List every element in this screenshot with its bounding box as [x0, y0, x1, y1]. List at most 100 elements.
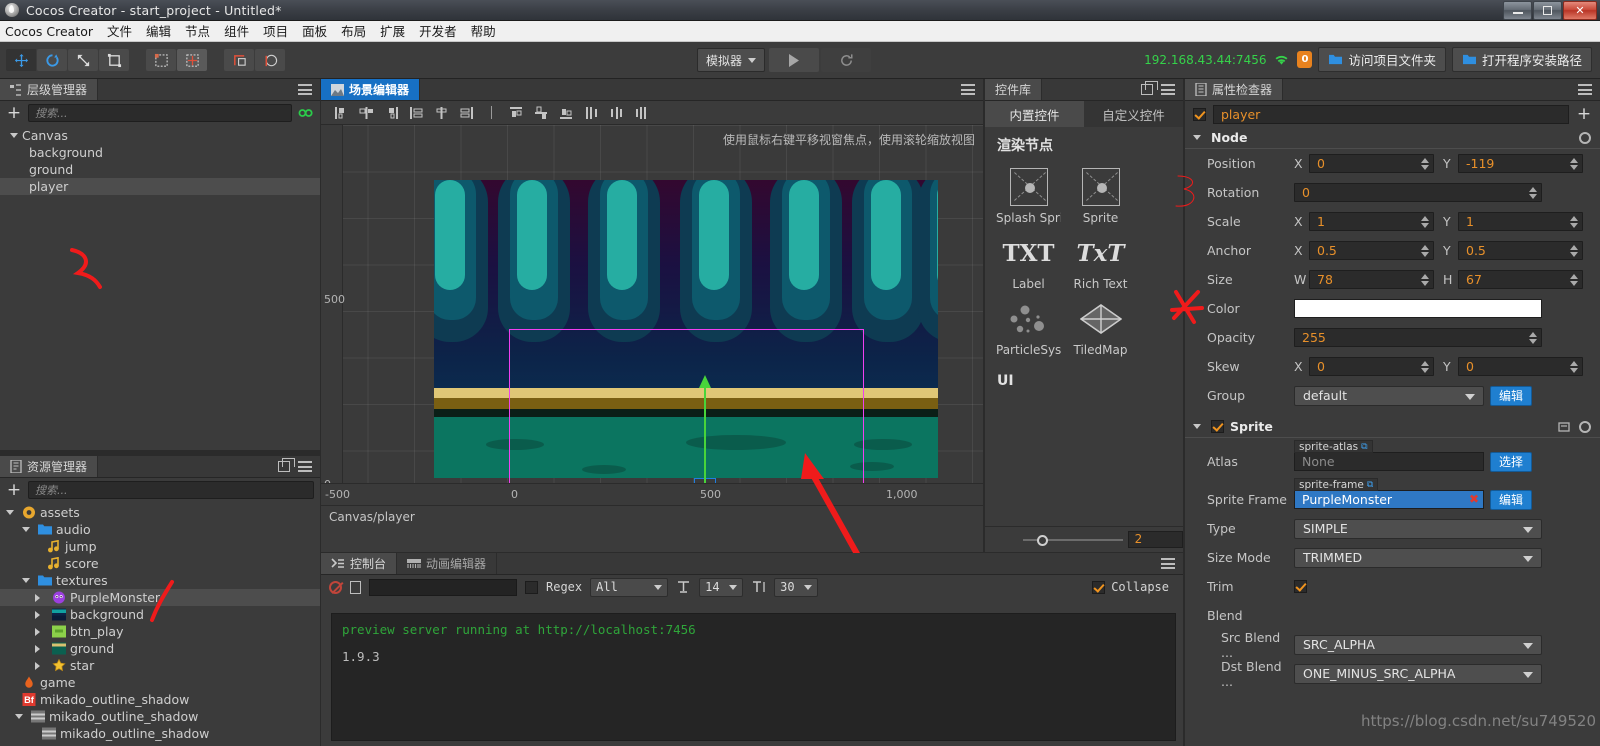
- gear-icon[interactable]: [1579, 131, 1591, 144]
- dist-left-button[interactable]: [404, 103, 428, 123]
- scene-menu-icon[interactable]: [961, 82, 975, 98]
- refresh-button[interactable]: [821, 48, 872, 72]
- tab-scene-editor[interactable]: 场景编辑器: [321, 79, 421, 100]
- tree-node-player[interactable]: player: [0, 178, 320, 195]
- align-left-button[interactable]: [329, 103, 353, 123]
- rotation-input[interactable]: 0: [1294, 183, 1542, 202]
- chevron-down-icon[interactable]: [22, 527, 30, 532]
- align-bottom-button[interactable]: [554, 103, 578, 123]
- open-install-path-button[interactable]: 打开程序安装路径: [1451, 47, 1592, 72]
- stepper-icon[interactable]: [1570, 213, 1581, 230]
- font-size-select[interactable]: 14: [699, 577, 744, 597]
- minimize-button[interactable]: [1503, 0, 1532, 20]
- pivot-tool-button[interactable]: [146, 49, 176, 71]
- global-coord-tool-button[interactable]: [255, 49, 285, 71]
- asset-row-textures[interactable]: textures: [0, 572, 320, 589]
- clear-icon[interactable]: ✖: [1469, 491, 1479, 508]
- asset-row-game[interactable]: game: [0, 674, 320, 691]
- widget-sprite[interactable]: Sprite: [1068, 163, 1133, 225]
- chevron-down-icon[interactable]: [6, 510, 14, 515]
- duplicate-panel-icon[interactable]: [278, 458, 295, 472]
- node-section-header[interactable]: Node: [1185, 127, 1600, 149]
- stepper-icon[interactable]: [1421, 358, 1432, 375]
- asset-row-audio[interactable]: audio: [0, 521, 320, 538]
- atlas-asset-field[interactable]: sprite-atlas ⧉ None: [1294, 440, 1484, 471]
- menu-item-help[interactable]: 帮助: [464, 21, 503, 42]
- anchor-y-input[interactable]: 0.5: [1458, 241, 1583, 260]
- menu-item-project[interactable]: 项目: [256, 21, 295, 42]
- align-center-h-button[interactable]: [354, 103, 378, 123]
- chevron-down-icon[interactable]: [10, 133, 18, 138]
- asset-row-assets[interactable]: assets: [0, 504, 320, 521]
- move-tool-button[interactable]: [6, 49, 36, 71]
- widget-zoom-value[interactable]: 2: [1127, 531, 1183, 548]
- hierarchy-search-input[interactable]: 搜索...: [28, 104, 292, 122]
- assets-menu-icon[interactable]: [298, 459, 312, 475]
- asset-row-star[interactable]: star: [0, 657, 320, 674]
- dist-top-button[interactable]: [579, 103, 603, 123]
- asset-row-btn-play[interactable]: btn_play: [0, 623, 320, 640]
- sprite-frame-edit-button[interactable]: 编辑: [1490, 489, 1533, 510]
- tree-node-ground[interactable]: ground: [0, 161, 320, 178]
- node-name-input[interactable]: player: [1213, 104, 1569, 124]
- align-right-button[interactable]: [379, 103, 403, 123]
- position-y-input[interactable]: -119: [1458, 154, 1583, 173]
- node-enabled-checkbox[interactable]: [1193, 107, 1206, 121]
- stepper-icon[interactable]: [1570, 242, 1581, 259]
- align-top-button[interactable]: [504, 103, 528, 123]
- type-select[interactable]: SIMPLE: [1294, 518, 1542, 539]
- stepper-icon[interactable]: [1421, 242, 1432, 259]
- simulator-select[interactable]: 模拟器: [697, 48, 766, 72]
- sprite-enabled-checkbox[interactable]: [1211, 420, 1224, 433]
- menu-item-layout[interactable]: 布局: [334, 21, 373, 42]
- tree-node-background[interactable]: background: [0, 144, 320, 161]
- dist-right-button[interactable]: [454, 103, 478, 123]
- chevron-right-icon[interactable]: [35, 661, 44, 670]
- dist-middle-button[interactable]: [604, 103, 628, 123]
- color-swatch[interactable]: [1294, 299, 1542, 318]
- chevron-down-icon[interactable]: [15, 714, 23, 719]
- sprite-frame-value-row[interactable]: PurpleMonster ✖: [1294, 490, 1484, 509]
- subtab-builtin-widgets[interactable]: 内置控件: [985, 101, 1084, 127]
- asset-row-ground[interactable]: ground: [0, 640, 320, 657]
- widget-zoom-slider[interactable]: [1023, 533, 1123, 547]
- menu-item-cocos-creator[interactable]: Cocos Creator: [0, 21, 100, 42]
- size-height-input[interactable]: 67: [1458, 270, 1583, 289]
- collapse-checkbox[interactable]: [1092, 580, 1106, 594]
- line-height-select[interactable]: 30: [774, 577, 819, 597]
- menu-item-node[interactable]: 节点: [178, 21, 217, 42]
- dist-center-button[interactable]: [429, 103, 453, 123]
- tab-widget-library[interactable]: 控件库: [985, 79, 1043, 100]
- stepper-icon[interactable]: [1421, 213, 1432, 230]
- chevron-right-icon[interactable]: [35, 610, 44, 619]
- menu-item-edit[interactable]: 编辑: [139, 21, 178, 42]
- gear-icon[interactable]: [1579, 420, 1591, 433]
- dst-blend-select[interactable]: ONE_MINUS_SRC_ALPHA: [1294, 663, 1542, 684]
- skew-y-input[interactable]: 0: [1458, 357, 1583, 376]
- tab-assets[interactable]: 资源管理器: [0, 456, 99, 477]
- stepper-icon[interactable]: [1421, 155, 1432, 172]
- scale-y-input[interactable]: 1: [1458, 212, 1583, 231]
- subtab-custom-widgets[interactable]: 自定义控件: [1084, 101, 1183, 127]
- gizmo-y-axis[interactable]: [699, 375, 711, 486]
- anchor-x-input[interactable]: 0.5: [1309, 241, 1434, 260]
- atlas-select-button[interactable]: 选择: [1490, 451, 1533, 472]
- asset-row-mikado-texture[interactable]: mikado_outline_shadow: [0, 708, 320, 725]
- level-filter-select[interactable]: All: [590, 577, 669, 597]
- scale-x-input[interactable]: 1: [1309, 212, 1434, 231]
- asset-row-background[interactable]: background: [0, 606, 320, 623]
- widget-label-node[interactable]: TXT Label: [996, 229, 1061, 292]
- widget-rich-text[interactable]: TxT Rich Text: [1068, 229, 1133, 292]
- widget-splash-sprite[interactable]: Splash Sprit: [996, 163, 1061, 225]
- menu-item-developer[interactable]: 开发者: [412, 21, 464, 42]
- skew-x-input[interactable]: 0: [1309, 357, 1434, 376]
- asset-row-mikado-child[interactable]: mikado_outline_shadow: [0, 725, 320, 742]
- widget-particle-system[interactable]: ParticleSyst: [996, 295, 1061, 357]
- rect-tool-button[interactable]: [99, 49, 129, 71]
- menu-item-component[interactable]: 组件: [217, 21, 256, 42]
- size-mode-select[interactable]: TRIMMED: [1294, 547, 1542, 568]
- regex-checkbox[interactable]: [525, 580, 538, 594]
- rotate-tool-button[interactable]: [37, 49, 67, 71]
- external-link-icon[interactable]: ⧉: [1367, 479, 1373, 491]
- stepper-icon[interactable]: [1421, 271, 1432, 288]
